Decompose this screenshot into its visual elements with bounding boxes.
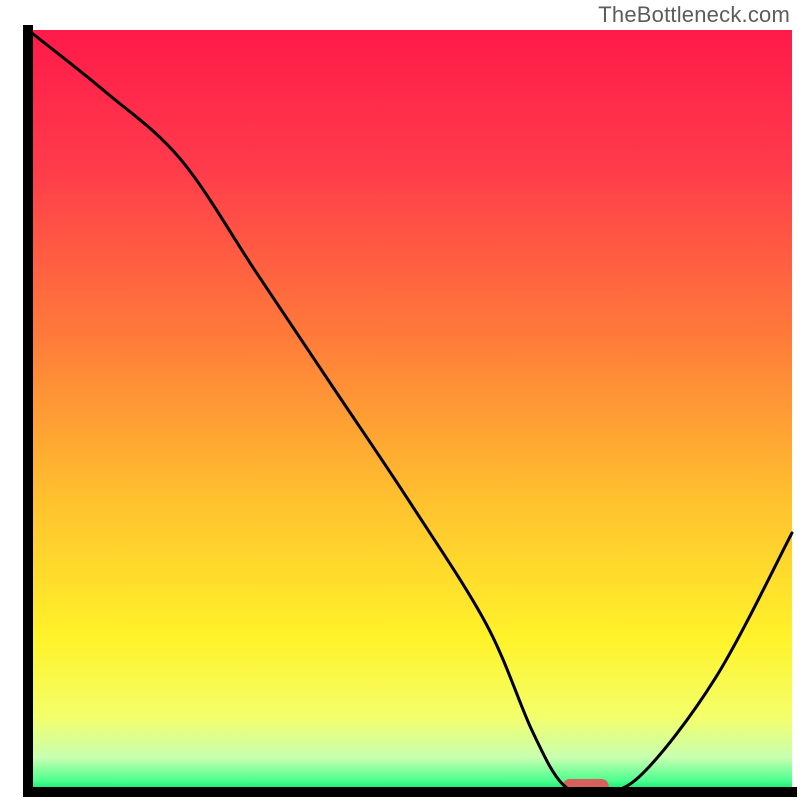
- bottleneck-chart: [0, 0, 800, 800]
- chart-container: { "watermark": "TheBottleneck.com", "cha…: [0, 0, 800, 800]
- gradient-background: [28, 30, 792, 792]
- watermark-text: TheBottleneck.com: [598, 2, 790, 28]
